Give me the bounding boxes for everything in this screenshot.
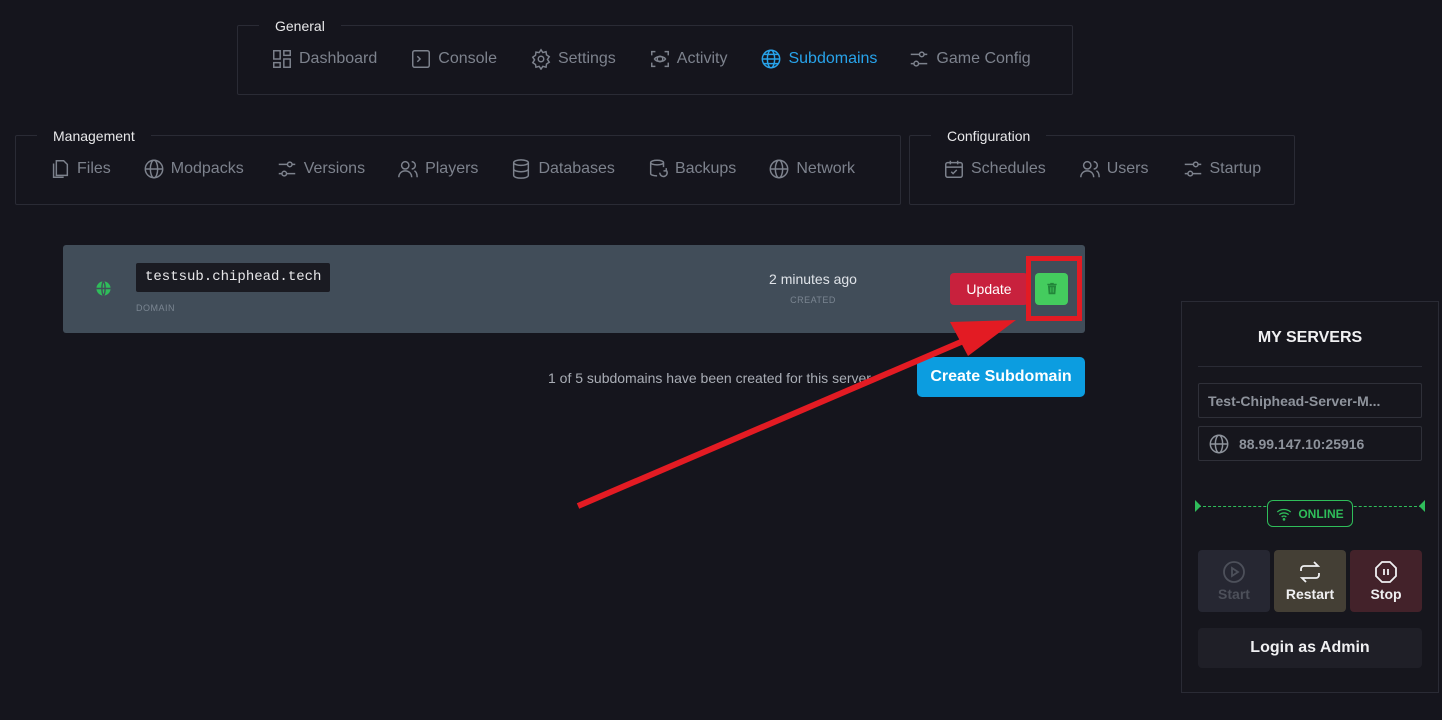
tab-schedules-label: Schedules bbox=[971, 160, 1046, 177]
start-button[interactable]: Start bbox=[1198, 550, 1270, 612]
subdomain-limit-text: 1 of 5 subdomains have been created for … bbox=[548, 370, 875, 386]
backup-icon bbox=[649, 159, 668, 178]
tab-game-config-label: Game Config bbox=[936, 50, 1031, 67]
created-caption: CREATED bbox=[790, 295, 836, 305]
tab-settings-label: Settings bbox=[557, 50, 616, 67]
tab-modpacks-label: Modpacks bbox=[170, 160, 244, 177]
status-text: ONLINE bbox=[1298, 506, 1344, 521]
tab-users-label: Users bbox=[1106, 160, 1149, 177]
tab-startup[interactable]: Startup bbox=[1182, 158, 1262, 180]
files-icon bbox=[52, 160, 69, 178]
tab-versions[interactable]: Versions bbox=[276, 158, 365, 180]
dashboard-icon bbox=[273, 50, 291, 68]
created-time: 2 minutes ago bbox=[769, 271, 857, 287]
sliders-icon bbox=[1184, 161, 1201, 177]
tab-schedules[interactable]: Schedules bbox=[943, 158, 1046, 180]
tab-files-label: Files bbox=[77, 160, 111, 177]
activity-icon bbox=[650, 50, 669, 68]
tab-databases-label: Databases bbox=[538, 160, 615, 177]
tab-network[interactable]: Network bbox=[768, 158, 855, 180]
tab-players-label: Players bbox=[425, 160, 479, 177]
create-subdomain-button[interactable]: Create Subdomain bbox=[917, 357, 1085, 397]
globe-icon bbox=[1209, 434, 1229, 453]
my-servers-title: MY SERVERS bbox=[1257, 329, 1363, 346]
tab-activity[interactable]: Activity bbox=[649, 48, 728, 70]
tab-network-label: Network bbox=[796, 160, 855, 177]
globe-icon bbox=[762, 49, 781, 69]
tab-versions-label: Versions bbox=[303, 160, 366, 177]
calendar-icon bbox=[945, 160, 963, 178]
server-address[interactable]: 88.99.147.10:25916 bbox=[1198, 426, 1422, 461]
domain-caption: DOMAIN bbox=[136, 303, 175, 313]
subdomain-name: testsub.chiphead.tech bbox=[136, 263, 331, 292]
annotation-arrow-shaft bbox=[576, 333, 977, 509]
stop-button[interactable]: Stop bbox=[1350, 550, 1422, 612]
console-icon bbox=[412, 50, 431, 68]
tab-console[interactable]: Console bbox=[410, 48, 497, 70]
tab-settings[interactable]: Settings bbox=[530, 48, 616, 70]
tab-modpacks[interactable]: Modpacks bbox=[143, 158, 244, 180]
tab-backups-label: Backups bbox=[674, 160, 737, 177]
management-nav-group: Management Files Modpacks Versions Playe… bbox=[15, 120, 901, 205]
tab-subdomains-label: Subdomains bbox=[788, 50, 878, 67]
tab-dashboard[interactable]: Dashboard bbox=[271, 48, 377, 70]
divider bbox=[1198, 366, 1422, 367]
configuration-group-label: Configuration bbox=[931, 120, 1047, 152]
users-icon bbox=[1079, 160, 1100, 178]
database-icon bbox=[513, 159, 530, 179]
tab-files[interactable]: Files bbox=[49, 158, 111, 180]
update-button[interactable]: Update bbox=[950, 273, 1028, 305]
wifi-icon bbox=[1277, 508, 1292, 521]
my-servers-panel: MY SERVERS Test-Chiphead-Server-M... 88.… bbox=[1181, 301, 1439, 693]
tab-users[interactable]: Users bbox=[1079, 158, 1149, 180]
gear-icon bbox=[531, 48, 551, 70]
subdomain-row: testsub.chiphead.tech DOMAIN 2 minutes a… bbox=[63, 245, 1085, 333]
sliders-icon bbox=[911, 51, 928, 67]
general-group-label: General bbox=[259, 10, 341, 42]
restart-icon bbox=[1299, 561, 1321, 583]
start-label: Start bbox=[1218, 586, 1250, 602]
stop-icon bbox=[1375, 561, 1397, 583]
server-name-text: Test-Chiphead-Server-M... bbox=[1208, 392, 1381, 409]
globe-icon bbox=[144, 159, 164, 179]
tab-dashboard-label: Dashboard bbox=[299, 50, 378, 67]
delete-button[interactable] bbox=[1035, 273, 1068, 305]
server-address-text: 88.99.147.10:25916 bbox=[1239, 435, 1365, 452]
login-as-admin-button[interactable]: Login as Admin bbox=[1198, 628, 1422, 668]
status-line-right-cap bbox=[1419, 500, 1425, 512]
status-badge: ONLINE bbox=[1267, 500, 1353, 527]
tab-backups[interactable]: Backups bbox=[647, 158, 736, 180]
status-line-left-cap bbox=[1195, 500, 1201, 512]
trash-icon bbox=[1046, 282, 1057, 295]
tab-players[interactable]: Players bbox=[397, 158, 478, 180]
tab-startup-label: Startup bbox=[1209, 160, 1262, 177]
tab-activity-label: Activity bbox=[676, 50, 728, 67]
tab-game-config[interactable]: Game Config bbox=[908, 48, 1031, 70]
sliders-icon bbox=[278, 161, 295, 177]
restart-button[interactable]: Restart bbox=[1274, 550, 1346, 612]
tab-databases[interactable]: Databases bbox=[510, 158, 615, 180]
stop-label: Stop bbox=[1370, 586, 1402, 602]
users-icon bbox=[398, 160, 418, 178]
globe-icon bbox=[96, 280, 111, 297]
server-name[interactable]: Test-Chiphead-Server-M... bbox=[1198, 383, 1422, 418]
play-icon bbox=[1223, 561, 1245, 583]
management-group-label: Management bbox=[37, 120, 151, 152]
configuration-nav-group: Configuration Schedules Users Startup bbox=[909, 120, 1295, 205]
globe-icon bbox=[769, 159, 789, 179]
tab-subdomains[interactable]: Subdomains bbox=[760, 48, 877, 70]
restart-label: Restart bbox=[1285, 586, 1335, 602]
tab-console-label: Console bbox=[438, 50, 497, 67]
general-nav-group: General Dashboard Console Settings Activ… bbox=[237, 10, 1073, 95]
